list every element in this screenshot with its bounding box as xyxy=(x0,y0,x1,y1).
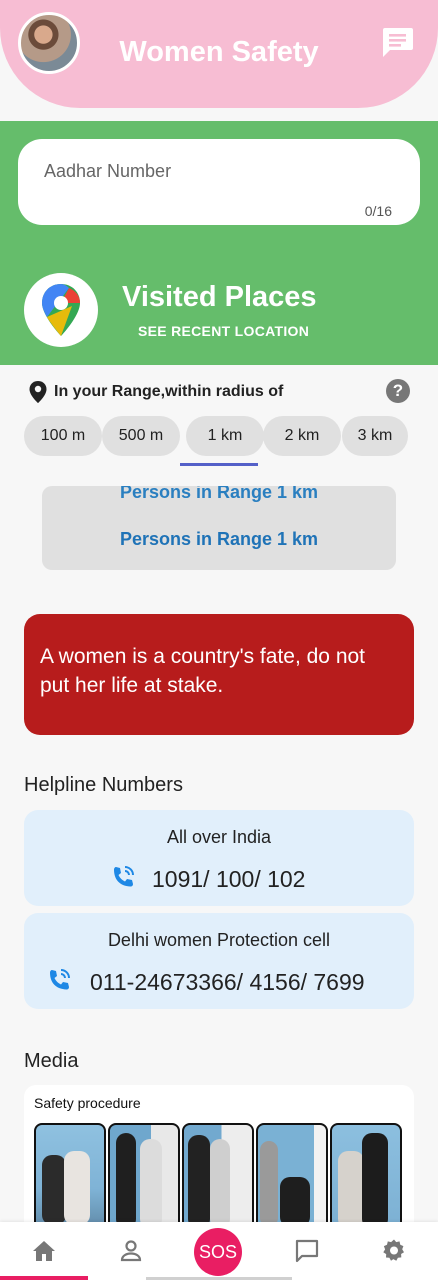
sos-button[interactable]: SOS xyxy=(194,1228,242,1276)
helpline-number[interactable]: 011-24673366/ 4156/ 7699 xyxy=(90,969,365,996)
see-recent-location-link[interactable]: SEE RECENT LOCATION xyxy=(138,323,309,339)
quote-text: A women is a country's fate, do not put … xyxy=(40,645,366,697)
video-frame xyxy=(34,1123,106,1233)
persons-ghost-text: Persons in Range 1 km xyxy=(119,486,319,502)
video-frame xyxy=(256,1123,328,1233)
chip-100m[interactable]: 100 m xyxy=(24,416,102,456)
visited-places-title: Visited Places xyxy=(122,281,317,313)
bottom-navigation: SOS xyxy=(0,1222,438,1280)
selected-chip-indicator xyxy=(180,463,258,466)
media-heading: Media xyxy=(24,1050,79,1072)
phone-in-talk-icon xyxy=(114,866,134,887)
app-header: Women Safety xyxy=(0,0,438,108)
video-thumbnail-strip[interactable] xyxy=(34,1123,408,1233)
chip-2km[interactable]: 2 km xyxy=(263,416,341,456)
helpline-title: All over India xyxy=(166,827,272,847)
chip-1km[interactable]: 1 km xyxy=(186,416,264,456)
persons-in-range-box[interactable]: Persons in Range 1 km Persons in Range 1… xyxy=(42,486,396,570)
message-icon[interactable] xyxy=(380,26,414,58)
google-maps-icon[interactable] xyxy=(24,273,98,347)
persons-in-range-text: Persons in Range 1 km xyxy=(119,529,319,549)
range-header: In your Range,within radius of ? xyxy=(28,378,418,406)
profile-icon[interactable] xyxy=(118,1238,144,1264)
video-frame xyxy=(330,1123,402,1233)
video-frame xyxy=(182,1123,254,1233)
app-title: Women Safety xyxy=(119,36,319,68)
safety-quote-card: A women is a country's fate, do not put … xyxy=(24,614,414,735)
char-counter: 0/16 xyxy=(364,203,392,219)
helpline-title: Delhi women Protection cell xyxy=(107,930,331,950)
radius-chips: 100 m 500 m 1 km 2 km 3 km xyxy=(24,416,414,456)
helpline-card-india[interactable]: All over India 1091/ 100/ 102 xyxy=(24,810,414,906)
info-panel: 0/16 Visited Places SEE RECENT LOCATION xyxy=(0,121,438,365)
media-card-label: Safety procedure xyxy=(34,1095,141,1111)
settings-icon[interactable] xyxy=(381,1238,407,1264)
media-card[interactable]: Safety procedure xyxy=(24,1085,414,1235)
chip-3km[interactable]: 3 km xyxy=(342,416,408,456)
aadhar-input[interactable] xyxy=(44,159,384,183)
help-icon[interactable]: ? xyxy=(386,379,410,403)
range-label: In your Range,within radius of xyxy=(54,383,284,400)
active-tab-indicator xyxy=(0,1276,88,1280)
chat-icon[interactable] xyxy=(294,1238,320,1264)
helpline-number[interactable]: 1091/ 100/ 102 xyxy=(152,866,305,893)
location-pin-icon xyxy=(29,381,47,403)
map-pin-icon xyxy=(42,284,80,336)
chip-500m[interactable]: 500 m xyxy=(102,416,180,456)
aadhar-field[interactable]: 0/16 xyxy=(18,139,420,225)
app-screen: Women Safety 0/16 Visited Places SEE REC… xyxy=(0,0,438,1280)
helpline-card-delhi[interactable]: Delhi women Protection cell 011-24673366… xyxy=(24,913,414,1009)
phone-in-talk-icon xyxy=(50,969,70,990)
video-frame xyxy=(108,1123,180,1233)
home-icon[interactable] xyxy=(31,1238,57,1264)
helpline-heading: Helpline Numbers xyxy=(24,774,183,796)
